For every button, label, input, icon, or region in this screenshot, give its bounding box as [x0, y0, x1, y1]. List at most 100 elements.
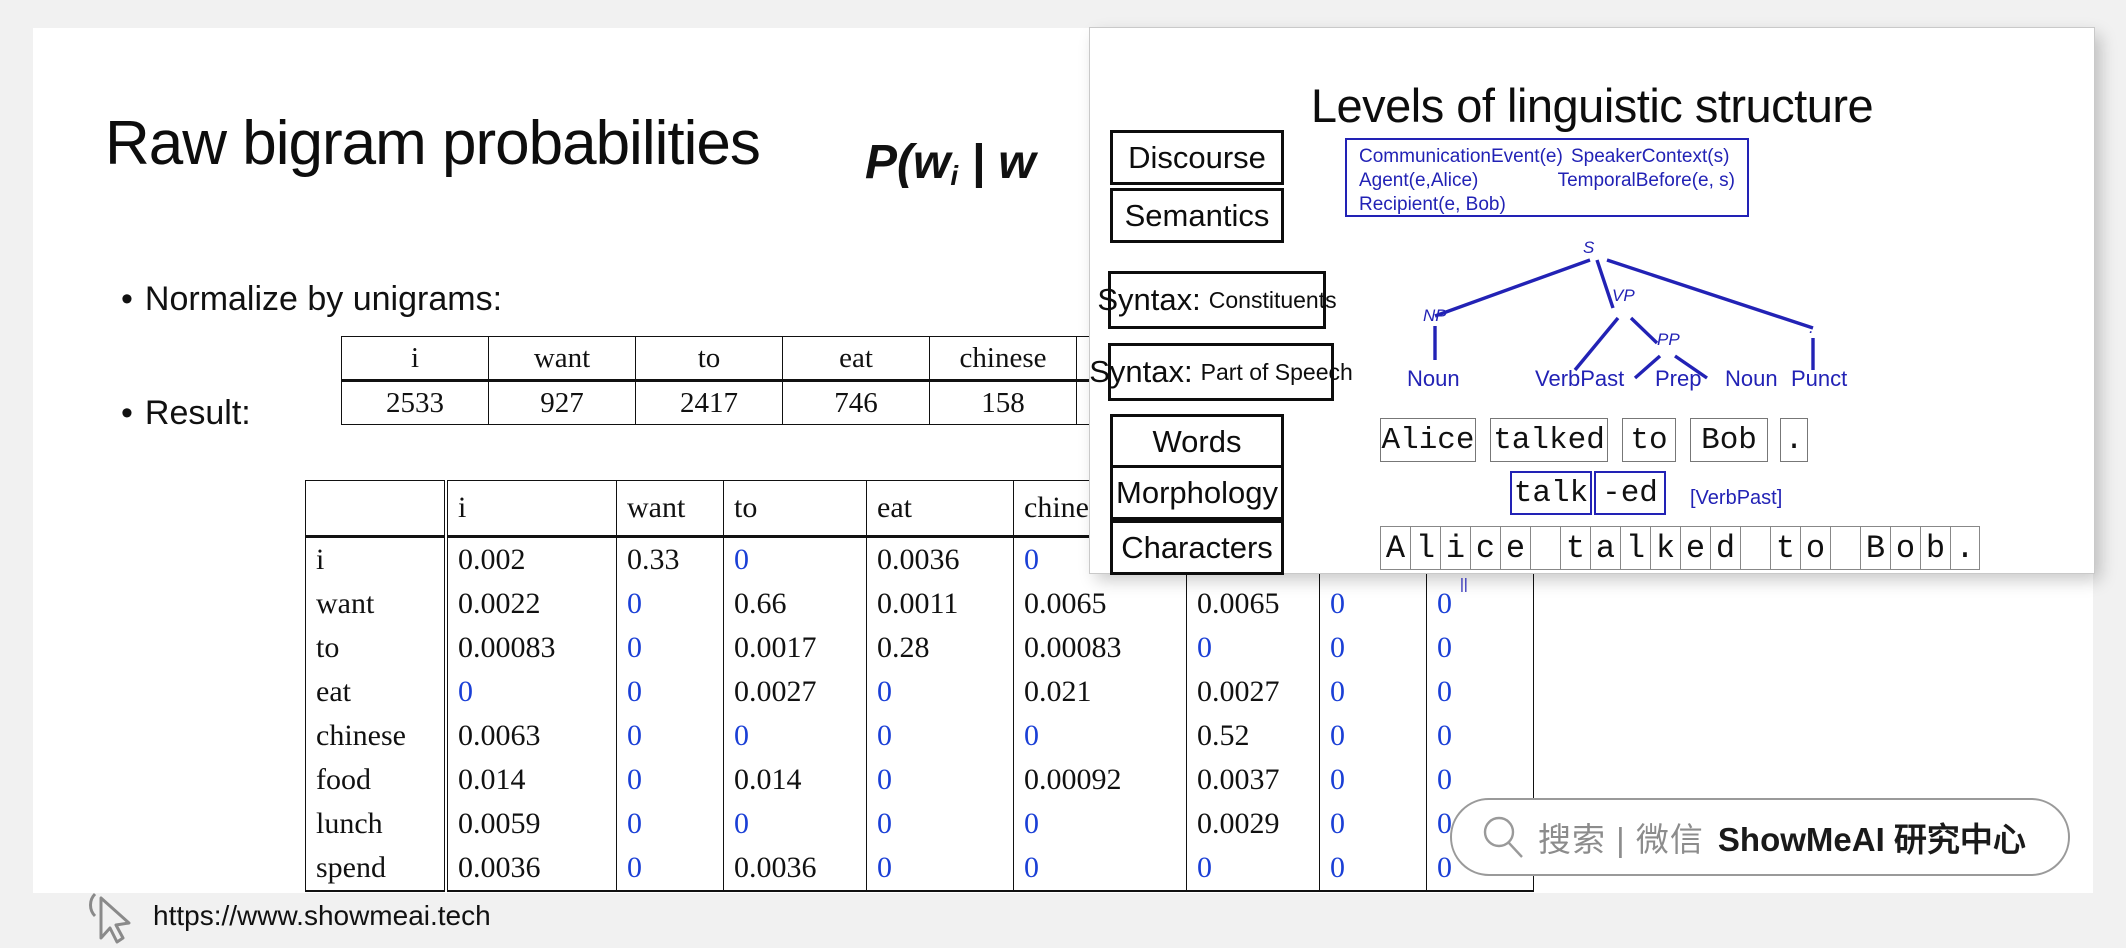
formula-w2: w	[998, 136, 1036, 189]
character-box	[1830, 526, 1860, 570]
semantics-line: Recipient(e, Bob)	[1359, 194, 1506, 215]
bigram-value-cell: 0	[866, 846, 1014, 892]
tree-pos-prep: Prep	[1655, 366, 1702, 391]
level-sublabel: Constituents	[1208, 286, 1337, 313]
bigram-value-cell: 0.52	[1186, 714, 1320, 758]
cursor-icon	[89, 892, 131, 944]
bigram-value-cell: 0.0065	[1013, 582, 1187, 626]
character-box	[1740, 526, 1770, 570]
watermark-gray-text: 搜索 | 微信	[1538, 821, 1704, 858]
character-box: o	[1800, 526, 1830, 570]
formula-prefix: P(	[865, 136, 913, 189]
bullet-result-label: Result:	[144, 394, 251, 432]
word-box-talked: talked	[1490, 418, 1608, 462]
morph-box-suffix: -ed	[1594, 471, 1666, 515]
bigram-value-cell: 0.014	[723, 758, 867, 802]
bigram-value-cell: 0.33	[616, 536, 724, 582]
table-row: lunch 0.0059 0 0 0 0 0.0029 0 0	[305, 802, 1534, 846]
level-label: Semantics	[1124, 197, 1270, 233]
character-tick-mark: ||	[1460, 576, 1468, 593]
bigram-value-cell: 0	[1013, 846, 1187, 892]
bigram-row-label: chinese	[305, 714, 448, 758]
character-box: e	[1680, 526, 1710, 570]
bigram-value-cell: 0	[1426, 582, 1534, 626]
bigram-value-cell: 0	[1186, 626, 1320, 670]
bigram-value-cell: 0.0027	[723, 670, 867, 714]
bigram-value-cell: 0.0027	[1186, 670, 1320, 714]
bigram-row-label: eat	[305, 670, 448, 714]
bigram-value-cell: 0	[1426, 714, 1534, 758]
bigram-value-cell: 0	[1319, 758, 1427, 802]
table-row: spend 0.0036 0 0.0036 0 0 0 0 0	[305, 846, 1534, 892]
unigram-word-cell: to	[635, 336, 783, 381]
bigram-value-cell: 0	[1319, 670, 1427, 714]
semantics-line: SpeakerContext(s)	[1571, 146, 1730, 167]
footer-url[interactable]: https://www.showmeai.tech	[153, 900, 491, 932]
bigram-column-header: i	[445, 480, 617, 538]
bigram-value-cell: 0.66	[723, 582, 867, 626]
bigram-column-header: want	[616, 480, 724, 538]
bigram-row-label: lunch	[305, 802, 448, 846]
character-box: k	[1650, 526, 1680, 570]
bigram-value-cell: 0.021	[1013, 670, 1187, 714]
tree-node-vp: VP	[1612, 286, 1635, 305]
level-box-characters[interactable]: Characters	[1110, 520, 1284, 575]
tree-node-punct-dot: .	[1809, 318, 1814, 337]
bullet-normalize: • Normalize by unigrams:	[121, 280, 502, 319]
character-box: t	[1770, 526, 1800, 570]
bigram-value-cell: 0.002	[445, 536, 617, 582]
level-box-discourse[interactable]: Discourse	[1110, 130, 1284, 185]
bigram-value-cell: 0	[866, 714, 1014, 758]
bigram-value-cell: 0.0063	[445, 714, 617, 758]
bigram-row-label: want	[305, 582, 448, 626]
bigram-value-cell: 0.0017	[723, 626, 867, 670]
unigram-count-cell: 2417	[635, 379, 783, 425]
bigram-value-cell: 0	[445, 670, 617, 714]
search-icon	[1483, 816, 1523, 858]
table-row: food 0.014 0 0.014 0 0.00092 0.0037 0 0	[305, 758, 1534, 802]
bigram-value-cell: 0.00083	[445, 626, 617, 670]
unigram-word-cell: want	[488, 336, 636, 381]
bigram-value-cell: 0	[1319, 846, 1427, 892]
level-box-semantics[interactable]: Semantics	[1110, 188, 1284, 243]
bigram-value-cell: 0	[1013, 714, 1187, 758]
bigram-value-cell: 0.0059	[445, 802, 617, 846]
tree-pos-verbpast: VerbPast	[1535, 366, 1625, 391]
tree-node-s: S	[1583, 238, 1595, 257]
table-row: eat 0 0 0.0027 0 0.021 0.0027 0 0	[305, 670, 1534, 714]
table-row: chinese 0.0063 0 0 0 0 0.52 0 0	[305, 714, 1534, 758]
word-box-alice: Alice	[1380, 418, 1476, 462]
bigram-value-cell: 0	[616, 670, 724, 714]
character-box: o	[1890, 526, 1920, 570]
semantics-line: TemporalBefore(e, s)	[1557, 170, 1735, 191]
overlay-window-levels-of-linguistic-structure: Levels of linguistic structure Discourse…	[1089, 28, 2094, 593]
bigram-value-cell: 0	[1186, 846, 1320, 892]
level-box-morphology[interactable]: Morphology	[1110, 465, 1284, 520]
table-row: want 0.0022 0 0.66 0.0011 0.0065 0.0065 0 0	[305, 582, 1534, 626]
page-title: Raw bigram probabilities	[105, 109, 761, 178]
bigram-value-cell: 0	[616, 582, 724, 626]
unigram-word-cell: eat	[782, 336, 930, 381]
bigram-value-cell: 0	[1426, 758, 1534, 802]
title-formula: P(wi | w	[865, 135, 1036, 192]
tree-pos-noun-1: Noun	[1407, 366, 1460, 391]
table-row: to 0.00083 0 0.0017 0.28 0.00083 0 0 0	[305, 626, 1534, 670]
tree-node-pp: PP	[1657, 330, 1680, 349]
unigram-count-cell: 158	[929, 379, 1077, 425]
bigram-value-cell: 0	[1426, 670, 1534, 714]
bigram-value-cell: 0.00083	[1013, 626, 1187, 670]
bigram-value-cell: 0	[1013, 802, 1187, 846]
character-row: Alice talked to Bob.	[1380, 526, 1980, 570]
formula-bar: |	[958, 136, 999, 189]
bigram-value-cell: 0.0029	[1186, 802, 1320, 846]
bigram-value-cell: 0.0037	[1186, 758, 1320, 802]
semantics-line: Agent(e,Alice)	[1359, 170, 1479, 191]
bigram-value-cell: 0	[723, 714, 867, 758]
tree-pos-noun-2: Noun	[1725, 366, 1778, 391]
bigram-value-cell: 0	[1319, 626, 1427, 670]
level-box-syntax-part-of-speech[interactable]: Syntax: Part of Speech	[1089, 343, 1353, 401]
character-box: l	[1410, 526, 1440, 570]
bullet-result: • Result:	[121, 394, 251, 433]
level-box-words[interactable]: Words	[1110, 414, 1284, 469]
level-box-syntax-constituents[interactable]: Syntax: Constituents	[1097, 271, 1337, 329]
